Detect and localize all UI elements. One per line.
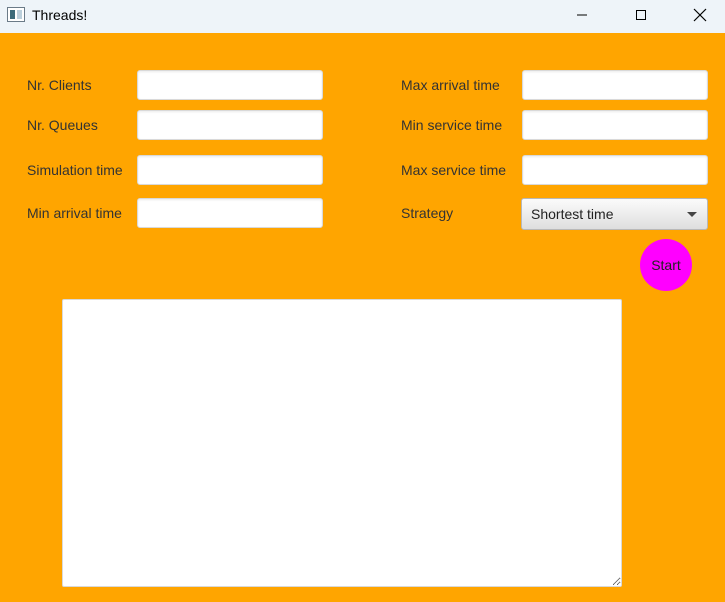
max-arrival-input[interactable]: [522, 70, 708, 100]
start-button[interactable]: Start: [640, 239, 692, 291]
start-button-label: Start: [651, 257, 681, 273]
simulation-time-input[interactable]: [137, 155, 323, 185]
minimize-icon: [577, 14, 587, 16]
queues-label: Nr. Queues: [27, 117, 98, 133]
min-arrival-label: Min arrival time: [27, 205, 122, 221]
max-service-input[interactable]: [522, 155, 708, 185]
clients-label: Nr. Clients: [27, 77, 92, 93]
min-service-label: Min service time: [401, 117, 503, 133]
minimize-button[interactable]: [559, 0, 605, 30]
simulation-time-label: Simulation time: [27, 162, 123, 178]
strategy-selected-value: Shortest time: [531, 206, 614, 222]
clients-input[interactable]: [137, 70, 323, 100]
strategy-dropdown[interactable]: Shortest time: [521, 198, 708, 230]
min-arrival-input[interactable]: [137, 198, 323, 228]
queues-input[interactable]: [137, 110, 323, 140]
app-window-icon: [7, 7, 25, 22]
close-button[interactable]: [677, 0, 723, 30]
simulation-log-area[interactable]: [62, 299, 622, 587]
close-icon: [693, 8, 707, 22]
max-service-label: Max service time: [401, 162, 507, 178]
title-bar: Threads!: [0, 0, 725, 33]
chevron-down-icon: [687, 212, 697, 217]
min-service-input[interactable]: [522, 110, 708, 140]
maximize-icon: [636, 10, 646, 20]
max-arrival-label: Max arrival time: [401, 77, 500, 93]
window-title: Threads!: [32, 7, 88, 23]
strategy-label: Strategy: [401, 205, 454, 221]
maximize-button[interactable]: [618, 0, 664, 30]
